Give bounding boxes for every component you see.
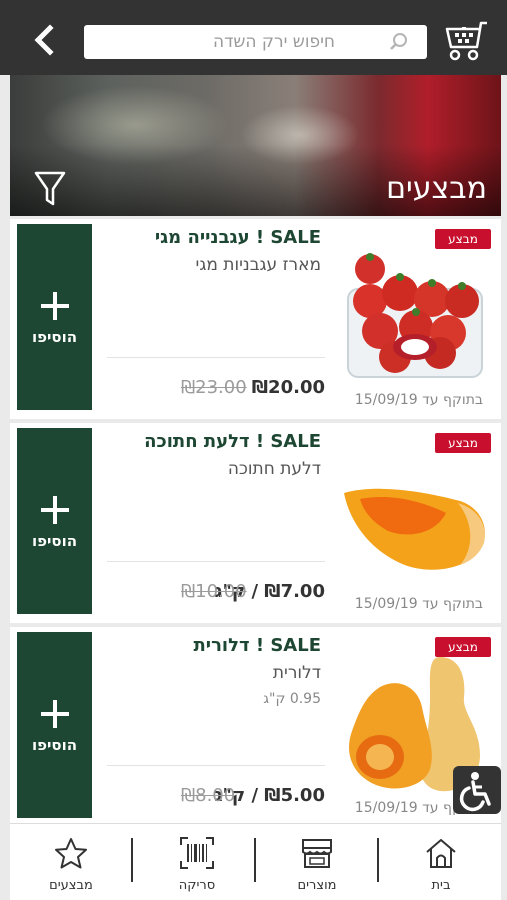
sale-badge: מבצע — [435, 637, 491, 657]
store-icon — [302, 839, 332, 868]
product-weight: 0.95 ק"ג — [263, 691, 321, 707]
nav-label: סריקה — [178, 878, 216, 893]
product-list: הוסיפו SALE ! עגבנייה מגי מארז עגבניות מ… — [10, 219, 501, 831]
pumpkin-slice-image — [344, 488, 485, 570]
filter-button[interactable] — [34, 170, 66, 208]
cart-button[interactable] — [443, 17, 491, 65]
nav-separator — [377, 838, 379, 882]
hero-banner: מבצעים — [10, 75, 501, 216]
product-subtitle: דלורית — [272, 663, 321, 683]
product-subtitle: מארז עגבניות מגי — [195, 255, 321, 275]
plus-icon — [41, 292, 69, 320]
add-to-cart-button[interactable]: הוסיפו — [17, 428, 92, 614]
sale-badge: מבצע — [435, 433, 491, 453]
product-card[interactable]: הוסיפו SALE ! דלורית דלורית 0.95 ק"ג ₪5.… — [10, 627, 501, 827]
home-icon — [426, 839, 456, 868]
validity-date: בתוקף עד 15/09/19 — [354, 392, 483, 408]
back-button[interactable] — [24, 20, 64, 60]
add-button-label: הוסיפו — [31, 532, 78, 550]
nav-item-home[interactable]: בית — [386, 824, 496, 900]
product-title: SALE ! דלורית — [193, 635, 322, 656]
sale-badge: מבצע — [435, 229, 491, 249]
add-button-label: הוסיפו — [31, 328, 78, 346]
product-title: SALE ! דלעת חתוכה — [144, 431, 321, 452]
divider — [107, 765, 325, 766]
plus-icon — [41, 700, 69, 728]
search-input[interactable] — [84, 25, 427, 59]
star-icon — [55, 838, 87, 869]
nav-item-scan[interactable]: סריקה — [142, 824, 252, 900]
product-old-price: ₪10.00 — [181, 581, 247, 602]
search-box — [84, 25, 427, 59]
bottom-navigation: מבצעים סריקה מוצרים בית — [10, 823, 501, 900]
product-old-price: ₪23.00 — [181, 377, 247, 398]
app-screen: מבצעים הוסיפו SALE ! עגבנייה מגי מארז עג… — [0, 0, 507, 900]
add-to-cart-button[interactable]: הוסיפו — [17, 224, 92, 410]
nav-separator — [131, 838, 133, 882]
nav-label: בית — [431, 878, 451, 893]
divider — [107, 357, 325, 358]
nav-item-deals[interactable]: מבצעים — [16, 824, 126, 900]
nav-item-products[interactable]: מוצרים — [262, 824, 372, 900]
shopping-cart-icon — [445, 21, 487, 61]
accessibility-button[interactable] — [453, 766, 501, 814]
product-card[interactable]: הוסיפו SALE ! דלעת חתוכה דלעת חתוכה ₪7.0… — [10, 423, 501, 623]
nav-label: מבצעים — [49, 878, 93, 893]
filter-icon — [34, 171, 66, 206]
product-subtitle: דלעת חתוכה — [227, 459, 321, 479]
barcode-icon — [180, 837, 214, 869]
divider — [107, 561, 325, 562]
add-button-label: הוסיפו — [31, 736, 78, 754]
chevron-left-icon — [34, 24, 54, 56]
page-title: מבצעים — [386, 171, 487, 206]
product-title: SALE ! עגבנייה מגי — [154, 227, 321, 248]
wheelchair-icon — [459, 772, 491, 812]
nav-separator — [254, 838, 256, 882]
validity-date: בתוקף עד 15/09/19 — [354, 596, 483, 612]
top-bar — [0, 0, 507, 75]
add-to-cart-button[interactable]: הוסיפו — [17, 632, 92, 818]
tomatoes-package-image — [347, 253, 483, 378]
nav-label: מוצרים — [297, 878, 337, 893]
plus-icon — [41, 496, 69, 524]
product-card[interactable]: הוסיפו SALE ! עגבנייה מגי מארז עגבניות מ… — [10, 219, 501, 419]
product-old-price: ₪8.00 — [181, 785, 236, 806]
product-price: ₪20.00 — [251, 377, 325, 398]
search-icon — [390, 33, 407, 50]
